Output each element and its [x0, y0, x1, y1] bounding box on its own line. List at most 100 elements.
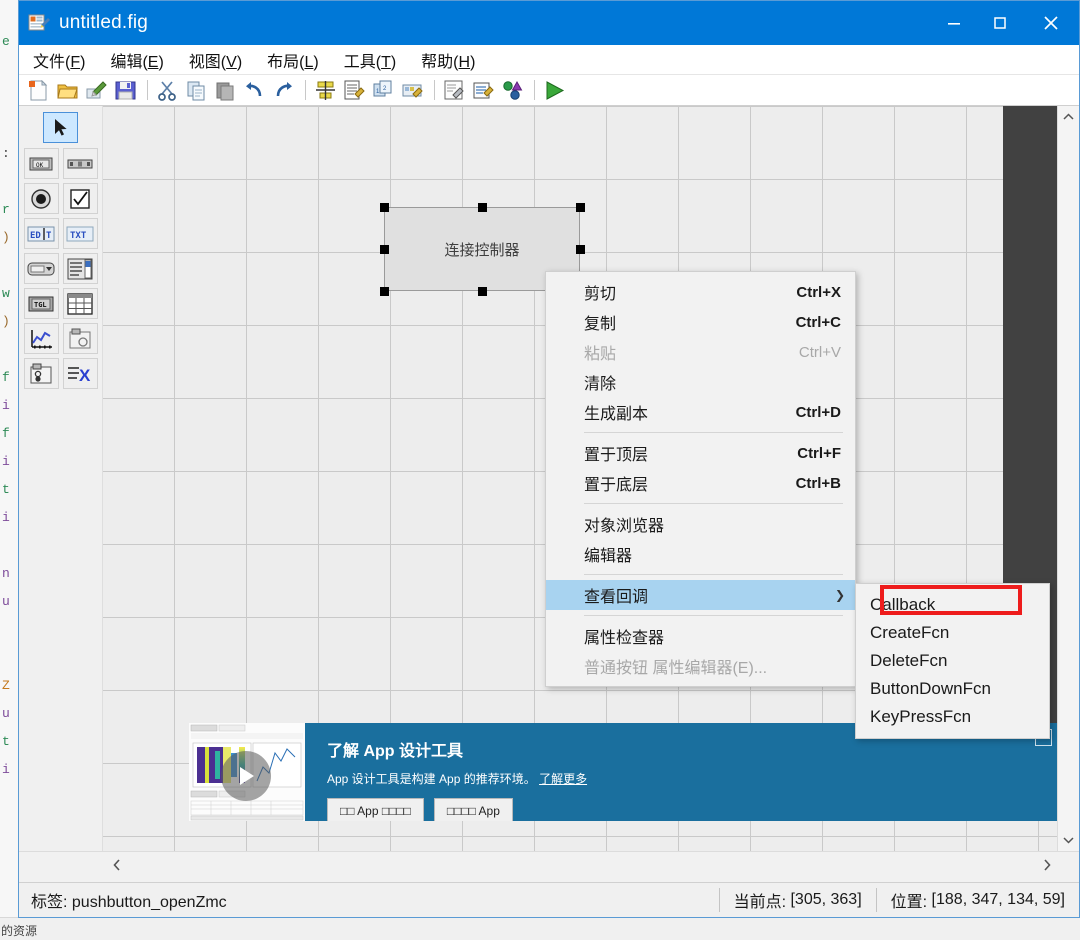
- push-button-tool[interactable]: OK: [23, 148, 59, 179]
- promo-button-1[interactable]: □□ App □□□□: [327, 798, 424, 821]
- object-browser-icon[interactable]: [499, 77, 526, 103]
- menu-t[interactable]: 工具(T): [333, 46, 407, 74]
- selection-handle[interactable]: [477, 286, 487, 296]
- pointer-tool[interactable]: [43, 112, 78, 143]
- menu-editor-icon[interactable]: [341, 77, 368, 103]
- toolbar-editor-icon[interactable]: [399, 77, 426, 103]
- submenu-item-createfcn[interactable]: CreateFcn: [856, 619, 1049, 647]
- listbox-tool[interactable]: [62, 253, 98, 284]
- radio-button-tool[interactable]: [23, 183, 59, 214]
- open-folder-icon[interactable]: [54, 77, 81, 103]
- status-position-label: 位置:: [890, 894, 928, 911]
- context-menu-separator: [584, 574, 843, 575]
- context-menu-item-accelerator: Ctrl+V: [798, 343, 841, 361]
- promo-title: 了解 App 设计工具: [327, 743, 463, 760]
- button-group-tool[interactable]: [23, 358, 59, 389]
- context-menu-item-10[interactable]: 属性检查器: [546, 621, 855, 651]
- status-position: 位置: [188, 347, 134, 59]: [875, 888, 1079, 912]
- context-menu-item-label: 对象浏览器: [584, 518, 665, 535]
- new-figure-icon[interactable]: [25, 77, 52, 103]
- align-objects-icon[interactable]: [312, 77, 339, 103]
- toolbar-separator: [147, 80, 148, 100]
- context-menu-item-0[interactable]: 剪切 Ctrl+X: [546, 277, 855, 307]
- selection-handle[interactable]: [575, 244, 585, 254]
- selection-handle[interactable]: [379, 286, 389, 296]
- menu-bar: 文件(F) 编辑(E) 视图(V) 布局(L) 工具(T) 帮助(H): [19, 45, 1079, 75]
- submenu-item-buttondownfcn[interactable]: ButtonDownFcn: [856, 675, 1049, 703]
- context-menu-item-accelerator: Ctrl+B: [795, 474, 841, 492]
- pop-up-menu-tool[interactable]: [23, 253, 59, 284]
- redo-icon[interactable]: [270, 77, 297, 103]
- menu-h[interactable]: 帮助(H): [410, 46, 486, 74]
- tool-bar: 12: [19, 75, 1079, 106]
- menu-e[interactable]: 编辑(E): [99, 46, 174, 74]
- static-text-tool[interactable]: TXT: [62, 218, 98, 249]
- context-menu[interactable]: 剪切 Ctrl+X 复制 Ctrl+C 粘贴 Ctrl+V 清除生成副本 Ctrl+D 置于顶层…: [545, 271, 856, 687]
- property-inspector-icon[interactable]: [470, 77, 497, 103]
- vertical-scrollbar[interactable]: [1057, 106, 1079, 851]
- promo-learn-more-link[interactable]: 了解更多: [539, 772, 587, 786]
- selection-handle[interactable]: [379, 202, 389, 212]
- status-current-point-label: 当前点:: [733, 894, 787, 911]
- promo-buttons: □□ App □□□□ □□□□ App: [327, 798, 1057, 821]
- context-menu-item-7[interactable]: 对象浏览器: [546, 509, 855, 539]
- cut-icon[interactable]: [154, 77, 181, 103]
- minimize-button[interactable]: [931, 1, 977, 45]
- m-file-editor-icon[interactable]: [441, 77, 468, 103]
- play-icon[interactable]: [221, 751, 271, 801]
- context-menu-separator: [584, 503, 843, 504]
- save-icon[interactable]: [112, 77, 139, 103]
- submenu-chevron-icon: ❯: [834, 588, 845, 602]
- scroll-up-icon[interactable]: [1058, 106, 1079, 128]
- submenu-item-label: KeyPressFcn: [870, 707, 972, 726]
- context-menu-item-1[interactable]: 复制 Ctrl+C: [546, 307, 855, 337]
- selection-handle[interactable]: [477, 202, 487, 212]
- submenu-item-label: CreateFcn: [870, 623, 950, 642]
- context-menu-item-accelerator: Ctrl+D: [795, 403, 841, 421]
- undo-icon[interactable]: [241, 77, 268, 103]
- selection-handle[interactable]: [575, 202, 585, 212]
- context-menu-item-5[interactable]: 置于顶层 Ctrl+F: [546, 438, 855, 468]
- promo-button-2[interactable]: □□□□ App: [433, 798, 513, 821]
- copy-icon[interactable]: [183, 77, 210, 103]
- tab-order-editor-icon[interactable]: 12: [370, 77, 397, 103]
- slider-tool[interactable]: [62, 148, 98, 179]
- menu-f[interactable]: 文件(F): [22, 46, 96, 74]
- horizontal-scrollbar[interactable]: [19, 851, 1079, 882]
- submenu-item-keypressfcn[interactable]: KeyPressFcn: [856, 703, 1049, 731]
- maximize-button[interactable]: [977, 1, 1023, 45]
- panel-tool[interactable]: [62, 323, 98, 354]
- selection-handle[interactable]: [379, 244, 389, 254]
- toolbar-separator: [534, 80, 535, 100]
- context-menu-item-2: 粘贴 Ctrl+V: [546, 337, 855, 367]
- submenu-item-callback[interactable]: Callback: [856, 591, 1049, 619]
- context-menu-item-4[interactable]: 生成副本 Ctrl+D: [546, 397, 855, 427]
- menu-v[interactable]: 视图(V): [178, 46, 253, 74]
- open-in-editor-icon[interactable]: [83, 77, 110, 103]
- context-menu-item-label: 置于底层: [584, 477, 649, 494]
- context-menu-item-6[interactable]: 置于底层 Ctrl+B: [546, 468, 855, 498]
- table-tool[interactable]: [62, 288, 98, 319]
- scroll-left-icon[interactable]: [113, 858, 121, 876]
- context-menu-separator: [584, 615, 843, 616]
- scroll-right-icon[interactable]: [1043, 858, 1051, 876]
- scroll-down-icon[interactable]: [1058, 829, 1079, 851]
- run-figure-icon[interactable]: [541, 77, 568, 103]
- check-box-tool[interactable]: [62, 183, 98, 214]
- context-menu-item-8[interactable]: 编辑器: [546, 539, 855, 569]
- paste-icon[interactable]: [212, 77, 239, 103]
- close-button[interactable]: [1023, 1, 1079, 45]
- context-menu-item-label: 生成副本: [584, 406, 649, 423]
- toggle-button-tool[interactable]: TGL: [23, 288, 59, 319]
- activex-control-tool[interactable]: X: [62, 358, 98, 389]
- context-menu-item-3[interactable]: 清除: [546, 367, 855, 397]
- submenu-item-deletefcn[interactable]: DeleteFcn: [856, 647, 1049, 675]
- axes-tool[interactable]: [23, 323, 59, 354]
- edit-text-tool[interactable]: ED T: [23, 218, 59, 249]
- callback-submenu[interactable]: Callback CreateFcn DeleteFcn ButtonDownFcn K…: [855, 583, 1050, 739]
- context-menu-item-9[interactable]: 查看回调 ❯: [546, 580, 855, 610]
- context-menu-item-label: 查看回调: [584, 589, 649, 606]
- menu-l[interactable]: 布局(L): [256, 46, 330, 74]
- context-menu-item-label: 粘贴: [584, 346, 617, 363]
- context-menu-item-accelerator: Ctrl+C: [795, 313, 841, 331]
